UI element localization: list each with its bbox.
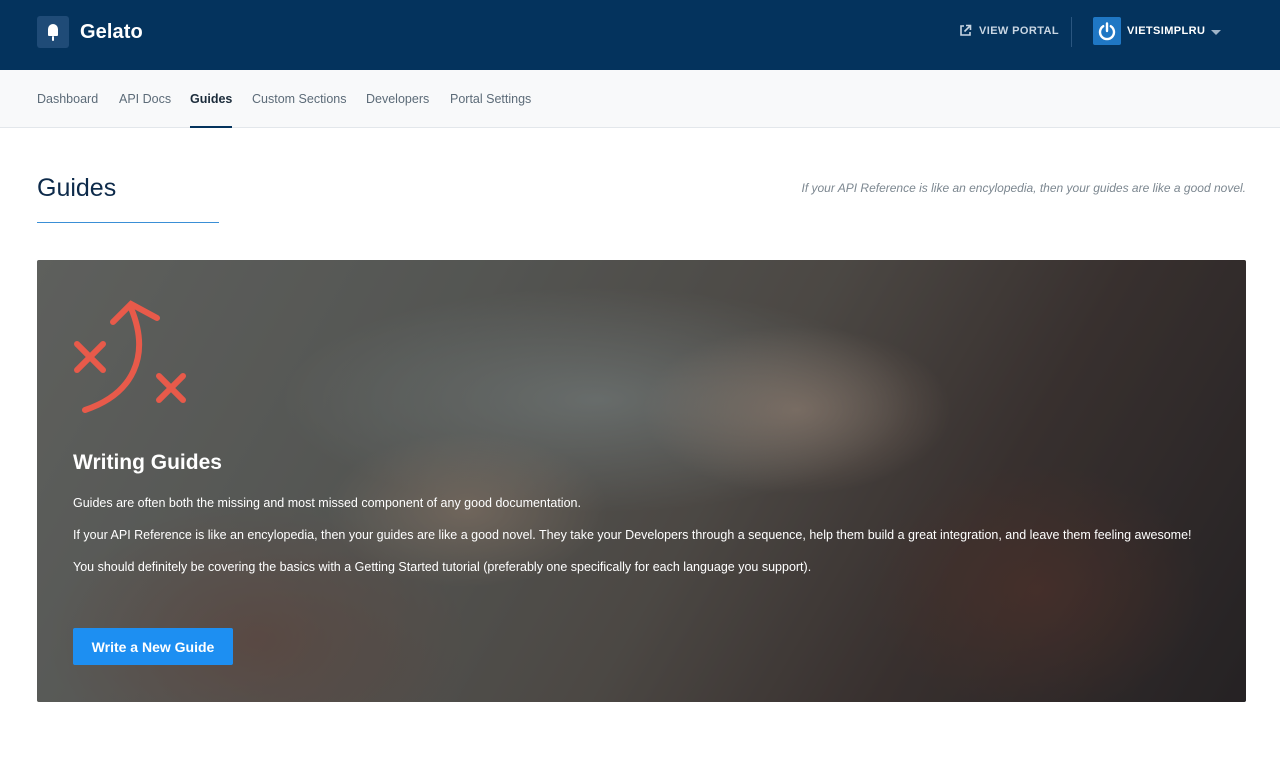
strategy-play-icon	[73, 294, 193, 419]
hero-title: Writing Guides	[73, 451, 222, 474]
hero-paragraph: If your API Reference is like an encylop…	[73, 528, 1192, 542]
hero-paragraph: You should definitely be covering the ba…	[73, 560, 812, 574]
chevron-down-icon[interactable]	[1211, 30, 1221, 35]
tab-portal-settings[interactable]: Portal Settings	[450, 92, 531, 128]
user-name: VIETSIMPLRU	[1127, 25, 1206, 37]
sub-navigation: Dashboard API Docs Guides Custom Section…	[0, 70, 1280, 128]
tab-custom-sections[interactable]: Custom Sections	[252, 92, 346, 128]
brand[interactable]: Gelato	[37, 16, 143, 48]
tab-developers[interactable]: Developers	[366, 92, 429, 128]
power-icon	[1093, 17, 1121, 45]
title-underline	[37, 222, 219, 223]
popsicle-icon	[37, 16, 69, 48]
tab-guides[interactable]: Guides	[190, 92, 233, 128]
view-portal-label: VIEW PORTAL	[979, 24, 1059, 37]
writing-guides-hero: Writing Guides Guides are often both the…	[37, 260, 1246, 702]
page-title: Guides	[37, 174, 117, 202]
write-new-guide-button[interactable]: Write a New Guide	[73, 628, 233, 665]
hero-paragraph: Guides are often both the missing and mo…	[73, 496, 581, 510]
tab-dashboard[interactable]: Dashboard	[37, 92, 98, 128]
page-tagline: If your API Reference is like an encylop…	[801, 181, 1247, 195]
tab-api-docs[interactable]: API Docs	[119, 92, 171, 128]
top-bar: Gelato VIEW PORTAL VIETSIMPLRU	[0, 0, 1280, 70]
external-link-icon	[959, 24, 972, 37]
header-divider	[1071, 17, 1072, 47]
user-menu[interactable]: VIETSIMPLRU	[1093, 17, 1205, 45]
app-name: Gelato	[80, 20, 143, 43]
view-portal-link[interactable]: VIEW PORTAL	[959, 24, 1059, 37]
